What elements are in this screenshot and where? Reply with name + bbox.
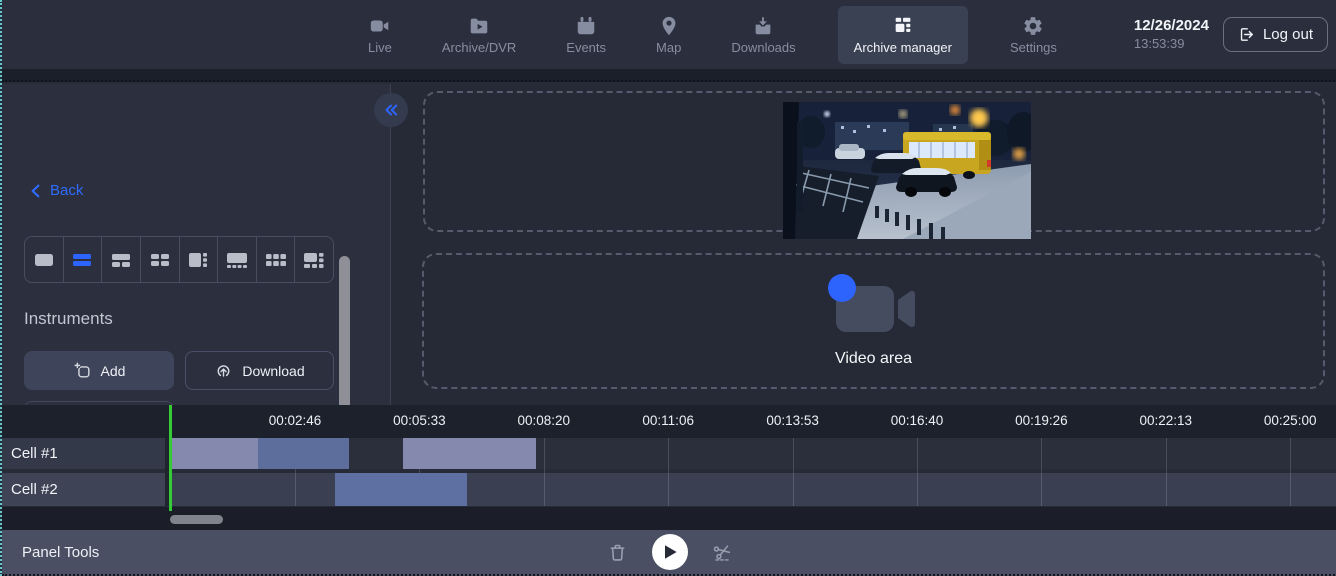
logout-button[interactable]: Log out (1223, 17, 1328, 52)
nav-label: Archive/DVR (442, 40, 516, 55)
timeline-tick-label: 00:13:53 (766, 413, 819, 428)
night-street-camera-image (783, 102, 1031, 239)
nav-items: Live Archive/DVR Events (360, 0, 1065, 69)
folder-play-icon (468, 15, 490, 37)
archive-manager-app: Live Archive/DVR Events (0, 0, 1336, 576)
timeline-segment[interactable] (335, 473, 467, 506)
timeline-gridline (1041, 438, 1042, 506)
scissors-icon (712, 542, 733, 563)
video-area-zone[interactable]: Video area (422, 253, 1325, 389)
timeline-gridline (1290, 438, 1291, 506)
timeline-tick-label: 00:02:46 (269, 413, 322, 428)
grid-layout-icon (892, 15, 914, 37)
row-label-cell-1[interactable]: Cell #1 (2, 438, 165, 469)
logout-label: Log out (1263, 26, 1313, 43)
nav-label: Downloads (731, 40, 795, 55)
layout-preset-bar (24, 236, 334, 283)
nav-divider-strip (2, 69, 1336, 82)
nav-label: Events (566, 40, 606, 55)
timeline-playhead[interactable] (169, 405, 172, 511)
timeline-horizontal-scrollbar[interactable] (170, 515, 223, 524)
add-button[interactable]: Add (24, 351, 174, 390)
timeline-tick-label: 00:08:20 (518, 413, 571, 428)
nav-item-events[interactable]: Events (558, 9, 614, 61)
layout-preset-single[interactable] (25, 237, 64, 282)
download-button[interactable]: Download (185, 351, 334, 390)
main-workspace: Video area (392, 84, 1336, 405)
video-camera-icon (369, 15, 391, 37)
clock-time: 13:53:39 (1134, 36, 1209, 52)
gear-icon (1022, 15, 1044, 37)
sidebar-collapse-button[interactable] (374, 93, 408, 127)
top-nav-bar: Live Archive/DVR Events (2, 0, 1336, 69)
layout-preset-two-rows[interactable] (64, 237, 103, 282)
video-area-placeholder: Video area (424, 255, 1323, 387)
timeline-gridline (668, 438, 669, 506)
nav-item-archive-manager[interactable]: Archive manager (838, 6, 968, 64)
logout-icon (1238, 26, 1255, 43)
nav-item-downloads[interactable]: Downloads (723, 9, 803, 61)
timeline-segment[interactable] (171, 438, 258, 469)
double-chevron-left-icon (382, 101, 400, 119)
timeline-segment[interactable] (403, 438, 536, 469)
timeline-ruler[interactable]: 00:02:46 00:05:33 00:08:20 00:11:06 00:13:53… (2, 405, 1336, 438)
timeline-scroll-strip (2, 507, 1336, 530)
nav-item-map[interactable]: Map (648, 9, 689, 61)
chevron-left-icon (28, 183, 44, 199)
timeline-tick-label: 00:22:13 (1140, 413, 1193, 428)
timeline-tick-label: 00:25:00 (1264, 413, 1317, 428)
play-button[interactable] (652, 534, 688, 570)
camera-preview-zone[interactable] (423, 91, 1325, 232)
play-icon (663, 544, 678, 560)
timeline-tick-label: 00:16:40 (891, 413, 944, 428)
trash-icon (607, 542, 628, 563)
download-label: Download (242, 363, 304, 379)
timeline-gridline (1166, 438, 1167, 506)
nav-item-settings[interactable]: Settings (1002, 9, 1065, 61)
nav-label: Map (656, 40, 681, 55)
location-pin-icon (658, 15, 680, 37)
layout-preset-one-top-four-bottom[interactable] (218, 237, 257, 282)
download-tray-icon (752, 15, 774, 37)
nav-item-live[interactable]: Live (360, 9, 400, 61)
sidebar: Back (2, 84, 391, 405)
timeline-gridline (793, 438, 794, 506)
video-camera-placeholder-icon (822, 274, 926, 340)
nav-right-cluster: 12/26/2024 13:53:39 Log out (1134, 0, 1328, 69)
calendar-icon (575, 15, 597, 37)
panel-tools-icons (2, 530, 1336, 574)
timeline-tick-label: 00:19:26 (1015, 413, 1068, 428)
panel-tools-bar: Panel Tools (2, 530, 1336, 576)
cut-button[interactable] (712, 542, 733, 563)
timeline-tick-label: 00:05:33 (393, 413, 446, 428)
timeline: 00:02:46 00:05:33 00:08:20 00:11:06 00:13:53… (2, 405, 1336, 507)
clock-date: 12/26/2024 (1134, 17, 1209, 36)
video-area-label: Video area (835, 350, 912, 368)
cloud-arrow-icon (214, 361, 233, 380)
timeline-tick-label: 00:11:06 (642, 413, 694, 428)
camera-thumbnail[interactable] (783, 102, 1031, 239)
back-label: Back (50, 182, 83, 199)
nav-item-archive-dvr[interactable]: Archive/DVR (434, 9, 524, 61)
nav-label: Archive manager (854, 40, 952, 55)
row-label-cell-2[interactable]: Cell #2 (2, 473, 165, 506)
nav-label: Live (368, 40, 392, 55)
layout-preset-one-plus-five[interactable] (295, 237, 333, 282)
timeline-segment[interactable] (258, 438, 349, 469)
timeline-gridline (544, 438, 545, 506)
layout-preset-one-left-three-right[interactable] (180, 237, 219, 282)
layout-preset-one-top-two-bottom[interactable] (102, 237, 141, 282)
clock: 12/26/2024 13:53:39 (1134, 17, 1209, 52)
layout-preset-two-by-two[interactable] (141, 237, 180, 282)
row-label-text: Cell #1 (11, 445, 58, 462)
instruments-section-title: Instruments (24, 309, 113, 329)
add-frame-icon (73, 361, 92, 380)
layout-preset-three-by-two[interactable] (257, 237, 296, 282)
nav-label: Settings (1010, 40, 1057, 55)
back-button[interactable]: Back (28, 182, 83, 199)
timeline-gridline (917, 438, 918, 506)
row-label-text: Cell #2 (11, 481, 58, 498)
add-label: Add (101, 363, 126, 379)
delete-button[interactable] (607, 542, 628, 563)
